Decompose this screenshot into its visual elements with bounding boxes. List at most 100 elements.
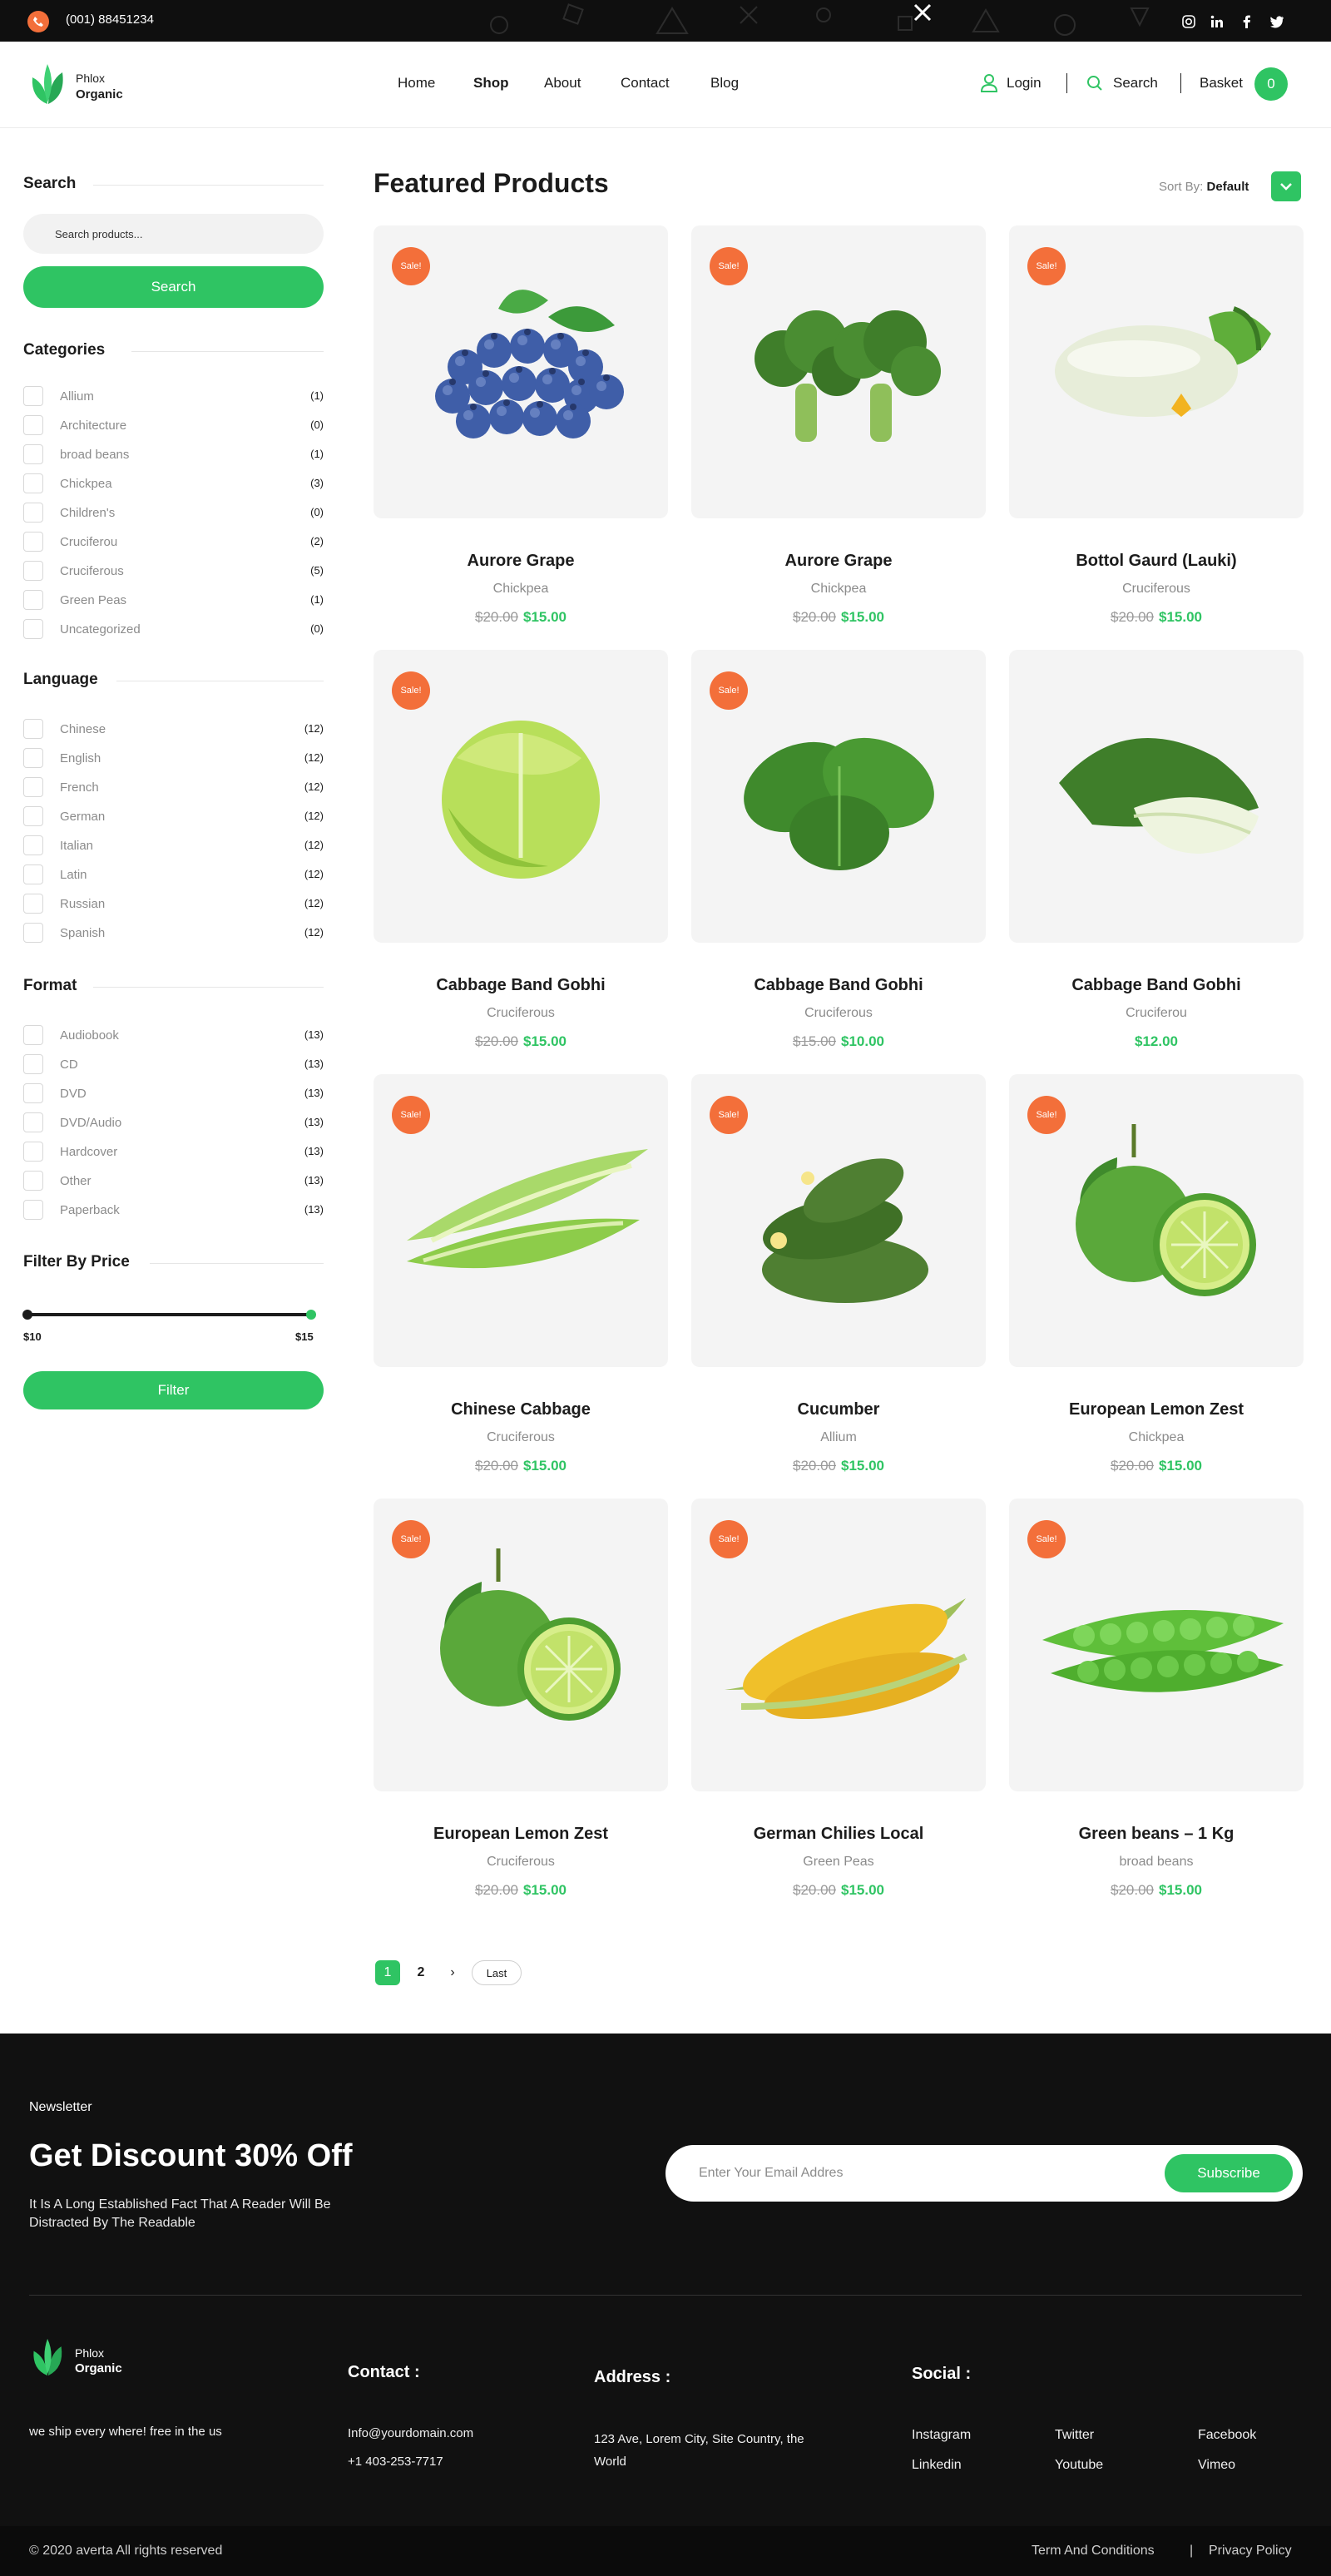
product-image[interactable] [1009,650,1304,943]
basket-count-badge[interactable]: 0 [1254,67,1288,101]
product-category[interactable]: Cruciferou [1009,1006,1304,1021]
language-filter-row[interactable]: Russian (12) [23,894,324,914]
next-page-icon[interactable]: › [444,1960,461,1985]
product-search-input[interactable] [23,214,324,254]
format-filter-row[interactable]: Hardcover (13) [23,1142,324,1162]
filter-button[interactable]: Filter [23,1371,324,1409]
product-name[interactable]: Green beans – 1 Kg [1009,1825,1304,1844]
newsletter-email-input[interactable] [699,2163,1115,2183]
nav-blog[interactable]: Blog [710,75,739,92]
page-2-button[interactable]: 2 [411,1960,431,1985]
product-image[interactable]: Sale! [1009,225,1304,518]
nav-shop[interactable]: Shop [473,75,509,92]
contact-phone[interactable]: +1 403-253-7717 [348,2455,443,2469]
language-filter-row[interactable]: Italian (12) [23,835,324,855]
product-image[interactable]: Sale! [691,225,986,518]
product-category[interactable]: Chickpea [691,582,986,597]
social-link-vimeo[interactable]: Vimeo [1198,2458,1235,2473]
checkbox[interactable] [23,415,43,435]
facebook-icon[interactable] [1239,14,1254,29]
product-name[interactable]: Cucumber [691,1400,986,1419]
checkbox[interactable] [23,894,43,914]
category-filter-row[interactable]: Chickpea (3) [23,473,324,493]
checkbox[interactable] [23,1083,43,1103]
product-image[interactable]: Sale! [691,650,986,943]
product-name[interactable]: European Lemon Zest [374,1825,668,1844]
format-filter-row[interactable]: Audiobook (13) [23,1025,324,1045]
checkbox[interactable] [23,1054,43,1074]
product-card[interactable]: Sale! German Chilies Local Green Peas $20.0… [691,1499,986,1923]
checkbox[interactable] [23,473,43,493]
product-image[interactable]: Sale! [374,1074,668,1367]
category-filter-row[interactable]: Allium (1) [23,386,324,406]
product-category[interactable]: Cruciferous [691,1006,986,1021]
basket-link[interactable]: Basket [1200,75,1243,92]
nav-about[interactable]: About [544,75,581,92]
product-name[interactable]: Cabbage Band Gobhi [1009,976,1304,995]
product-name[interactable]: Aurore Grape [691,552,986,571]
product-name[interactable]: Cabbage Band Gobhi [691,976,986,995]
product-category[interactable]: Cruciferous [374,1006,668,1021]
price-max-handle[interactable] [306,1310,316,1320]
product-card[interactable]: Sale! European Lemon Zest Cruciferous $20.0… [374,1499,668,1923]
checkbox[interactable] [23,1112,43,1132]
product-category[interactable]: Chickpea [374,582,668,597]
nav-home[interactable]: Home [398,75,435,92]
checkbox[interactable] [23,1171,43,1191]
product-name[interactable]: Cabbage Band Gobhi [374,976,668,995]
category-filter-row[interactable]: Cruciferous (5) [23,561,324,581]
last-page-button[interactable]: Last [472,1960,522,1985]
checkbox[interactable] [23,777,43,797]
product-card[interactable]: Sale! Cabbage Band Gobhi Cruciferous $15.00… [691,650,986,1074]
product-name[interactable]: Aurore Grape [374,552,668,571]
checkbox[interactable] [23,532,43,552]
product-image[interactable]: Sale! [1009,1499,1304,1791]
format-filter-row[interactable]: DVD/Audio (13) [23,1112,324,1132]
footer-logo[interactable]: Phlox Organic [29,2336,154,2383]
price-min-handle[interactable] [22,1310,32,1320]
product-category[interactable]: Chickpea [1009,1430,1304,1445]
checkbox[interactable] [23,619,43,639]
product-name[interactable]: German Chilies Local [691,1825,986,1844]
product-card[interactable]: Sale! Chinese Cabbage Cruciferous $20.00 $15… [374,1074,668,1499]
social-link-instagram[interactable]: Instagram [912,2428,971,2443]
checkbox[interactable] [23,561,43,581]
checkbox[interactable] [23,719,43,739]
product-card[interactable]: Sale! Cucumber Allium $20.00 $15.00 [691,1074,986,1499]
language-filter-row[interactable]: English (12) [23,748,324,768]
product-card[interactable]: Cabbage Band Gobhi Cruciferou $12.00 [1009,650,1304,1074]
product-image[interactable]: Sale! [1009,1074,1304,1367]
product-name[interactable]: Chinese Cabbage [374,1400,668,1419]
product-card[interactable]: Sale! Bottol Gaurd (Lauki) Cruciferous $20.… [1009,225,1304,650]
category-filter-row[interactable]: Children's (0) [23,503,324,523]
checkbox[interactable] [23,1200,43,1220]
product-image[interactable]: Sale! [374,650,668,943]
category-filter-row[interactable]: Architecture (0) [23,415,324,435]
language-filter-row[interactable]: Spanish (12) [23,923,324,943]
format-filter-row[interactable]: Paperback (13) [23,1200,324,1220]
user-icon[interactable] [980,73,998,93]
language-filter-row[interactable]: Chinese (12) [23,719,324,739]
product-image[interactable]: Sale! [374,1499,668,1791]
language-filter-row[interactable]: Latin (12) [23,864,324,884]
format-filter-row[interactable]: Other (13) [23,1171,324,1191]
linkedin-icon[interactable] [1210,14,1225,29]
product-category[interactable]: Cruciferous [374,1855,668,1870]
format-filter-row[interactable]: CD (13) [23,1054,324,1074]
terms-link[interactable]: Term And Conditions [1032,2544,1155,2559]
checkbox[interactable] [23,1142,43,1162]
checkbox[interactable] [23,864,43,884]
privacy-link[interactable]: Privacy Policy [1209,2544,1292,2559]
social-link-twitter[interactable]: Twitter [1055,2428,1094,2443]
checkbox[interactable] [23,503,43,523]
product-category[interactable]: Green Peas [691,1855,986,1870]
product-category[interactable]: broad beans [1009,1855,1304,1870]
product-card[interactable]: Sale! Green beans – 1 Kg broad beans $20.00… [1009,1499,1304,1923]
product-card[interactable]: Sale! European Lemon Zest Chickpea $20.00 $1… [1009,1074,1304,1499]
category-filter-row[interactable]: broad beans (1) [23,444,324,464]
checkbox[interactable] [23,835,43,855]
social-link-linkedin[interactable]: Linkedin [912,2458,962,2473]
product-card[interactable]: Sale! Aurore Grape Chickpea $20.00 $15.00 [374,225,668,650]
product-category[interactable]: Cruciferous [374,1430,668,1445]
product-card[interactable]: Sale! Aurore Grape Chickpea $20.00 $15.00 [691,225,986,650]
